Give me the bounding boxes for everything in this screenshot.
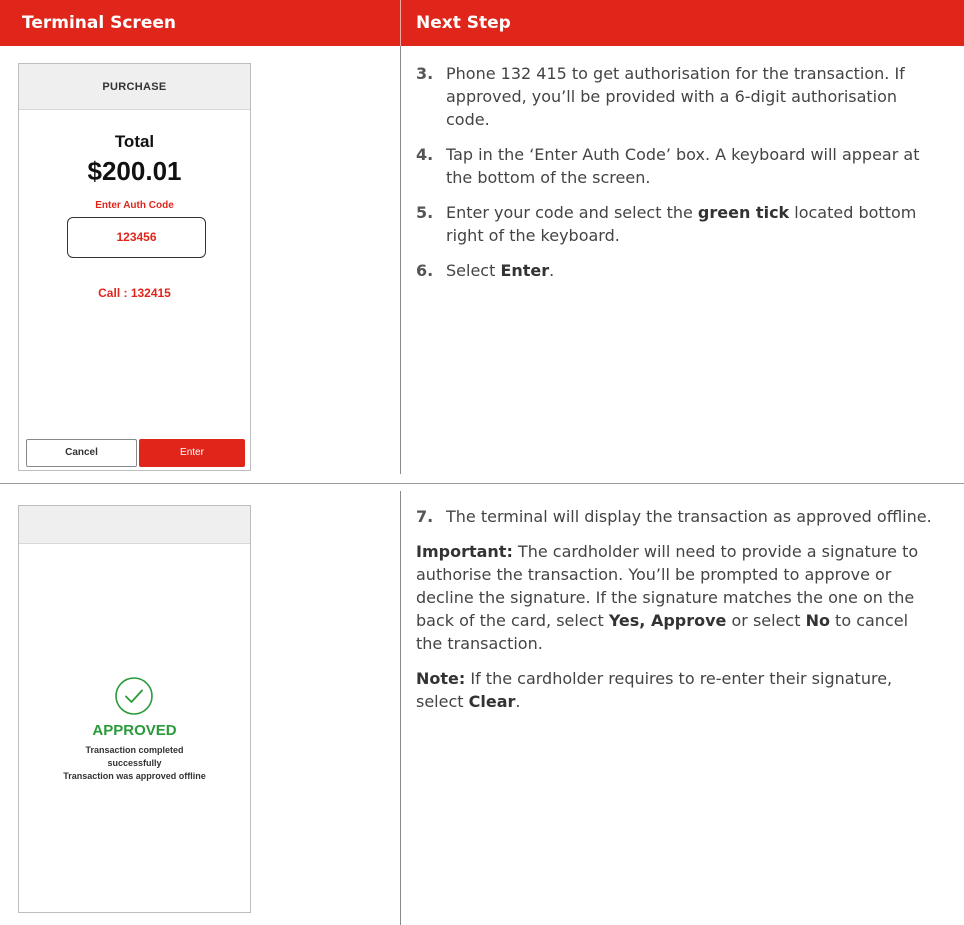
header-next-step: Next Step	[416, 13, 511, 33]
important-paragraph: Important: The cardholder will need to p…	[416, 540, 936, 655]
step-number: 4.	[416, 145, 434, 164]
header-terminal-screen: Terminal Screen	[22, 13, 176, 33]
total-label: Total	[114, 132, 155, 151]
cancel-button[interactable]: Cancel	[26, 439, 137, 467]
auth-code-label: Enter Auth Code	[95, 200, 174, 211]
steps-approved: 7. The terminal will display the transac…	[416, 505, 936, 725]
column-divider	[400, 46, 401, 474]
step-text: .	[549, 261, 555, 280]
message-line: successfully	[107, 758, 162, 768]
step-3: 3. Phone 132 415 to get authorisation fo…	[416, 62, 936, 131]
clear-emphasis: Clear	[468, 692, 516, 711]
step-text: Select	[446, 261, 501, 280]
note-paragraph: Note: If the cardholder requires to re-e…	[416, 667, 936, 713]
message-line: Transaction completed	[85, 745, 184, 755]
step-number: 3.	[416, 64, 434, 83]
approved-message: Transaction completed successfully Trans…	[19, 744, 250, 783]
yes-approve-emphasis: Yes, Approve	[608, 611, 727, 630]
enter-button[interactable]: Enter	[139, 439, 245, 467]
terminal-screen-auth: PURCHASE Total $200.01 Enter Auth Code 1…	[18, 63, 251, 471]
step-text: Phone 132 415 to get authorisation for t…	[446, 64, 905, 129]
terminal-title	[19, 506, 250, 544]
header-divider	[400, 0, 401, 46]
step-text: Enter your code and select the	[446, 203, 698, 222]
terminal-screen-approved: APPROVED Transaction completed successfu…	[18, 505, 251, 913]
step-text: The terminal will display the transactio…	[446, 507, 932, 526]
table-header: Terminal Screen Next Step	[0, 0, 964, 46]
step-number: 6.	[416, 261, 434, 280]
terminal-title: PURCHASE	[19, 64, 250, 110]
auth-code-input[interactable]: 123456	[67, 217, 206, 258]
message-line: Transaction was approved offline	[63, 771, 206, 781]
steps-auth: 3. Phone 132 415 to get authorisation fo…	[416, 62, 936, 294]
step-emphasis: Enter	[500, 261, 550, 280]
paragraph-text: or select	[726, 611, 806, 630]
paragraph-text: .	[515, 692, 521, 711]
row-divider	[0, 483, 964, 484]
important-label: Important:	[416, 542, 513, 561]
step-emphasis: green tick	[697, 203, 790, 222]
approved-status: APPROVED	[92, 722, 177, 739]
step-number: 5.	[416, 203, 434, 222]
step-4: 4. Tap in the ‘Enter Auth Code’ box. A k…	[416, 143, 936, 189]
step-6: 6. Select Enter.	[416, 259, 936, 282]
step-text: Tap in the ‘Enter Auth Code’ box. A keyb…	[446, 145, 920, 187]
column-divider	[400, 491, 401, 925]
step-5: 5. Enter your code and select the green …	[416, 201, 936, 247]
step-7: 7. The terminal will display the transac…	[416, 505, 936, 528]
step-number: 7.	[416, 507, 434, 526]
call-number: Call : 132415	[98, 286, 171, 300]
no-emphasis: No	[805, 611, 830, 630]
note-label: Note:	[416, 669, 466, 688]
check-circle-icon	[115, 677, 153, 715]
total-amount: $200.01	[87, 156, 182, 186]
